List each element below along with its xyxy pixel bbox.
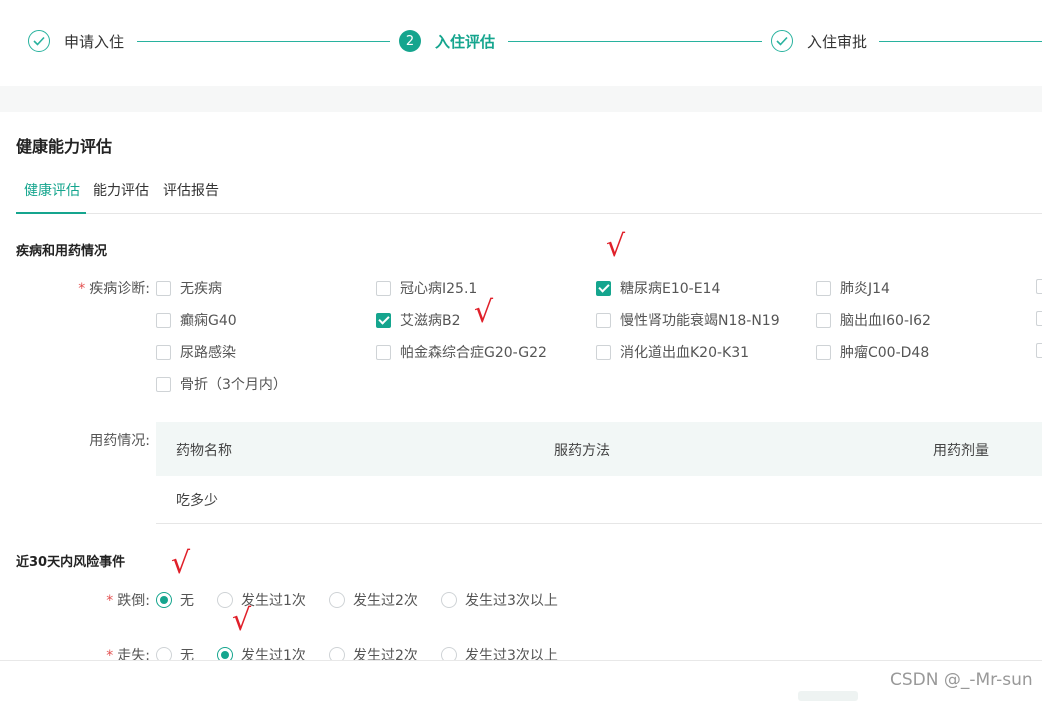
checkbox-label: 无疾病 — [180, 281, 222, 297]
checkbox-box[interactable] — [376, 344, 391, 360]
checkbox-box[interactable] — [376, 280, 391, 296]
checkbox-label: 肺炎J14 — [840, 281, 890, 297]
checkbox-box[interactable] — [596, 312, 611, 328]
checkbox-label: 慢性肾功能衰竭N18-N19 — [620, 313, 780, 329]
checkbox-box[interactable] — [816, 344, 831, 360]
step-label: 入住评估 — [435, 32, 496, 51]
page-title: 健康能力评估 — [16, 137, 113, 156]
divider-band — [0, 86, 1042, 112]
tab-health-assessment[interactable]: 健康评估 — [24, 180, 80, 200]
checkbox-tumor[interactable]: 肿瘤C00-D48 — [816, 342, 929, 362]
checkbox-label: 肿瘤C00-D48 — [840, 345, 930, 361]
checkbox-box[interactable] — [156, 312, 171, 328]
column-header-drug-name: 药物名称 — [176, 443, 232, 459]
checkbox-diabetes[interactable]: 糖尿病E10-E14 — [596, 278, 720, 298]
radio-circle[interactable] — [441, 592, 457, 608]
checkbox-box[interactable] — [156, 344, 171, 360]
table-header: 药物名称 服药方法 用药剂量 — [156, 422, 1042, 476]
tab-ability-assessment[interactable]: 能力评估 — [93, 180, 149, 200]
medication-label: 用药情况: — [89, 433, 150, 449]
radio-circle[interactable] — [329, 592, 345, 608]
step-connector — [137, 41, 390, 42]
checkbox-label: 尿路感染 — [180, 345, 236, 361]
checkbox-cerebral-hemorrhage[interactable]: 脑出血I60-I62 — [816, 310, 931, 330]
checkbox-box[interactable] — [816, 280, 831, 296]
checkbox-fracture[interactable]: 骨折（3个月内） — [156, 374, 287, 394]
footer-bar — [0, 660, 1042, 701]
checkbox-box-checked[interactable] — [376, 312, 391, 328]
steps-bar: 申请入住 2 入住评估 入住审批 — [0, 0, 1042, 84]
column-header-dosage: 用药剂量 — [933, 443, 989, 459]
check-circle-icon — [771, 30, 793, 52]
tab-assessment-report[interactable]: 评估报告 — [163, 180, 219, 200]
medication-table: 药物名称 服药方法 用药剂量 吃多少 — [156, 422, 1042, 524]
checkbox-box[interactable] — [596, 344, 611, 360]
step-connector — [508, 41, 762, 42]
radio-circle-selected[interactable] — [156, 592, 172, 608]
radio-fall-twice[interactable]: 发生过2次 — [329, 590, 418, 610]
radio-circle[interactable] — [217, 592, 233, 608]
step-assess: 2 入住评估 — [399, 28, 495, 54]
annotation-checkmark: √ — [474, 295, 494, 330]
step-approve: 入住审批 — [771, 28, 867, 54]
checkbox-label: 癫痫G40 — [180, 313, 237, 329]
annotation-checkmark: √ — [606, 229, 626, 264]
checkbox-no-disease[interactable]: 无疾病 — [156, 278, 222, 298]
tab-active-indicator — [16, 212, 86, 214]
checkbox-kidney-failure[interactable]: 慢性肾功能衰竭N18-N19 — [596, 310, 780, 330]
checkbox-box[interactable] — [156, 280, 171, 296]
step-label: 申请入住 — [64, 32, 125, 51]
table-cell: 吃多少 — [176, 493, 218, 509]
step-number-icon: 2 — [399, 30, 421, 52]
risk-section-title: 近30天内风险事件 — [16, 555, 126, 570]
checkbox-label: 艾滋病B2 — [400, 313, 461, 329]
radio-fall-none[interactable]: 无 — [156, 590, 194, 610]
tab-bar: 健康评估 能力评估 评估报告 — [16, 176, 1042, 214]
checkbox-box-clipped[interactable] — [1036, 279, 1042, 294]
disease-section-title: 疾病和用药情况 — [16, 244, 108, 259]
checkbox-parkinson[interactable]: 帕金森综合症G20-G22 — [376, 342, 547, 362]
checkbox-box[interactable] — [816, 312, 831, 328]
checkbox-pneumonia[interactable]: 肺炎J14 — [816, 278, 890, 298]
radio-fall-3plus[interactable]: 发生过3次以上 — [441, 590, 558, 610]
checkbox-aids[interactable]: 艾滋病B2 — [376, 310, 461, 330]
checkbox-label: 糖尿病E10-E14 — [620, 281, 721, 297]
checkbox-box-clipped[interactable] — [1036, 343, 1042, 358]
annotation-checkmark: √ — [171, 546, 191, 581]
checkbox-label: 骨折（3个月内） — [180, 377, 287, 393]
checkbox-epilepsy[interactable]: 癫痫G40 — [156, 310, 237, 330]
step-connector — [879, 41, 1042, 42]
fall-label: * 跌倒: — [106, 593, 150, 609]
checkbox-box[interactable] — [156, 376, 171, 392]
checkbox-label: 消化道出血K20-K31 — [620, 345, 750, 361]
step-apply: 申请入住 — [28, 28, 124, 54]
checkbox-label: 冠心病I25.1 — [400, 281, 478, 297]
checkbox-gi-bleeding[interactable]: 消化道出血K20-K31 — [596, 342, 749, 362]
watermark: CSDN @_-Mr-sun — [890, 670, 1033, 690]
step-label: 入住审批 — [807, 32, 868, 51]
checkbox-box-clipped[interactable] — [1036, 311, 1042, 326]
checkbox-label: 帕金森综合症G20-G22 — [400, 345, 547, 361]
checkbox-coronary[interactable]: 冠心病I25.1 — [376, 278, 477, 298]
checkbox-box-checked[interactable] — [596, 280, 611, 296]
diagnosis-label: * 疾病诊断: — [78, 281, 150, 297]
checkbox-uti[interactable]: 尿路感染 — [156, 342, 236, 362]
column-header-method: 服药方法 — [554, 443, 610, 459]
radio-fall-once[interactable]: 发生过1次 — [217, 590, 306, 610]
checkbox-label: 脑出血I60-I62 — [840, 313, 931, 329]
footer-button[interactable] — [798, 691, 858, 701]
annotation-checkmark: √ — [232, 603, 252, 638]
table-row: 吃多少 — [156, 476, 1042, 524]
check-circle-icon — [28, 30, 50, 52]
